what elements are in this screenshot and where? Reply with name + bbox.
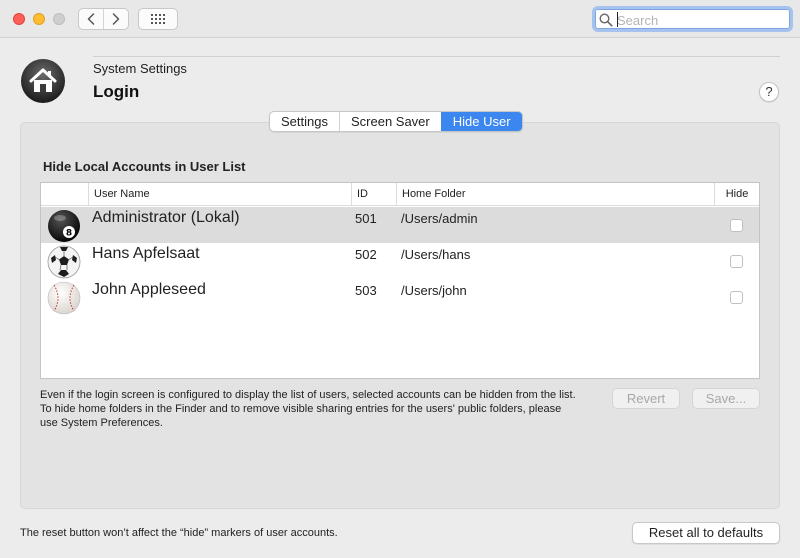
- eight-ball-avatar: 8: [48, 210, 80, 242]
- zoom-window-button[interactable]: [53, 13, 65, 25]
- home-folder: /Users/hans: [401, 247, 471, 262]
- login-house-icon: [21, 59, 65, 103]
- chevron-left-icon: [87, 13, 95, 25]
- column-header-id[interactable]: ID: [351, 183, 395, 206]
- titlebar: [0, 0, 800, 38]
- close-window-button[interactable]: [13, 13, 25, 25]
- navigation-buttons: [78, 8, 129, 30]
- reset-all-button[interactable]: Reset all to defaults: [632, 522, 780, 544]
- header-divider: [93, 56, 780, 57]
- soccer-ball-avatar: [47, 245, 81, 279]
- user-id: 503: [355, 283, 377, 298]
- home-folder: /Users/admin: [401, 211, 478, 226]
- tab-bar: Settings Screen Saver Hide User: [269, 111, 523, 132]
- page-title: Login: [93, 82, 140, 101]
- table-header: User Name ID Home Folder Hide: [41, 183, 759, 206]
- show-all-button[interactable]: [138, 8, 178, 30]
- user-name: John Appleseed: [92, 281, 206, 298]
- table-row[interactable]: John Appleseed 503 /Users/john: [41, 279, 759, 315]
- user-name: Hans Apfelsaat: [92, 245, 200, 262]
- search-icon: [599, 13, 613, 27]
- section-title: Hide Local Accounts in User List: [43, 159, 246, 174]
- footer-note: The reset button won’t affect the “hide”…: [20, 527, 338, 539]
- back-button[interactable]: [79, 9, 103, 29]
- app-subtitle: System Settings: [93, 61, 187, 76]
- search-field[interactable]: [592, 6, 793, 32]
- minimize-window-button[interactable]: [33, 13, 45, 25]
- tab-screen-saver[interactable]: Screen Saver: [338, 112, 441, 131]
- tab-hide-user[interactable]: Hide User: [440, 112, 522, 131]
- table-row[interactable]: 8 Administrator (Lokal) 501 /Users/admin: [41, 207, 759, 243]
- user-table[interactable]: User Name ID Home Folder Hide 8 Administ…: [40, 182, 760, 379]
- hide-checkbox[interactable]: [730, 291, 743, 304]
- home-folder: /Users/john: [401, 283, 467, 298]
- column-header-user-name[interactable]: User Name: [88, 183, 348, 206]
- help-button[interactable]: ?: [759, 82, 779, 102]
- svg-text:8: 8: [66, 229, 72, 239]
- user-id: 502: [355, 247, 377, 262]
- user-name: Administrator (Lokal): [92, 209, 240, 226]
- table-row[interactable]: Hans Apfelsaat 502 /Users/hans: [41, 243, 759, 279]
- hide-checkbox[interactable]: [730, 219, 743, 232]
- save-button[interactable]: Save...: [692, 388, 760, 409]
- settings-window: System Settings Login ? Settings Screen …: [0, 0, 800, 558]
- chevron-right-icon: [112, 13, 120, 25]
- baseball-avatar: [47, 281, 81, 315]
- revert-button[interactable]: Revert: [612, 388, 680, 409]
- tab-settings[interactable]: Settings: [270, 112, 339, 131]
- search-input[interactable]: [617, 11, 787, 29]
- hide-checkbox[interactable]: [730, 255, 743, 268]
- description-text: Even if the login screen is configured t…: [40, 389, 576, 429]
- user-id: 501: [355, 211, 377, 226]
- text-caret: [617, 12, 618, 27]
- forward-button[interactable]: [103, 9, 128, 29]
- column-header-home-folder[interactable]: Home Folder: [396, 183, 711, 206]
- grid-icon: [151, 14, 165, 24]
- column-header-hide[interactable]: Hide: [714, 183, 759, 206]
